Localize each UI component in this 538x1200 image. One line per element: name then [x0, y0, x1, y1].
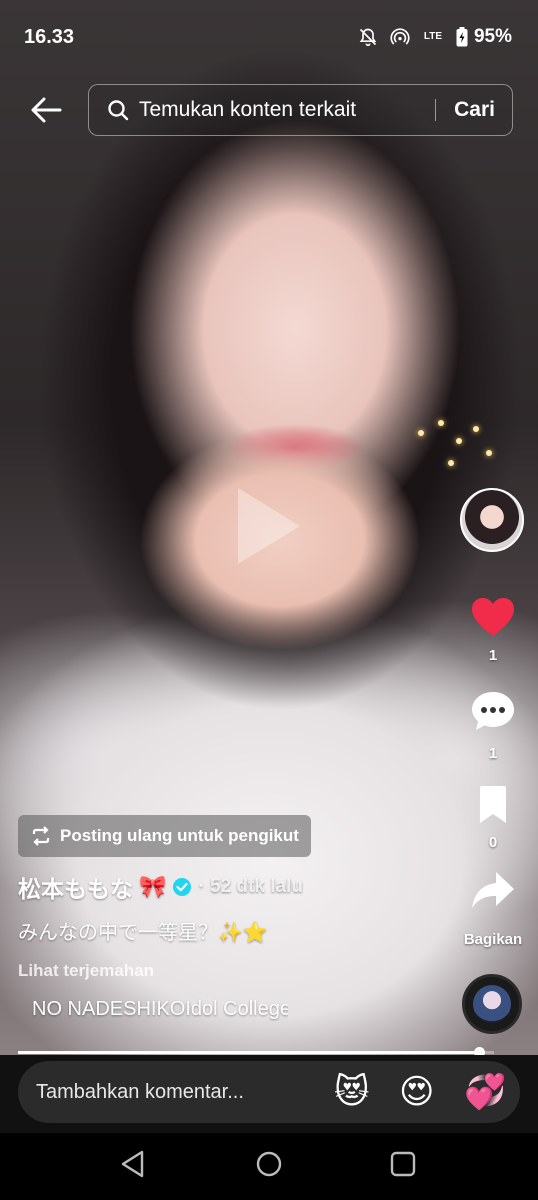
comment-input[interactable]: Tambahkan komentar... 😻 😍 💞: [18, 1061, 520, 1123]
nav-recents-icon[interactable]: [387, 1148, 419, 1180]
status-time: 16.33: [24, 26, 75, 48]
like-count: 1: [488, 647, 498, 664]
author-name[interactable]: 松本ももな: [18, 870, 133, 904]
comment-count: 1: [488, 745, 498, 762]
status-icons: LTE 95%: [358, 26, 512, 48]
system-nav-bar: [0, 1133, 538, 1200]
hotspot-icon: [390, 28, 410, 45]
comment-bar: Tambahkan komentar... 😻 😍 💞: [0, 1055, 538, 1133]
video-progress-bar[interactable]: [18, 1047, 494, 1058]
heart-icon[interactable]: [470, 596, 516, 638]
search-bar[interactable]: Temukan konten terkait Cari: [88, 84, 513, 136]
comment-icon[interactable]: [470, 690, 516, 732]
share-icon[interactable]: [470, 870, 516, 912]
search-divider: [434, 99, 437, 121]
share-label: Bagikan: [463, 931, 523, 948]
save-count: 0: [488, 834, 498, 851]
nav-home-icon[interactable]: [253, 1148, 285, 1180]
emoji-heart-eyes-cat[interactable]: 😻: [334, 1075, 369, 1109]
search-submit-button[interactable]: Cari: [454, 98, 495, 122]
music-row[interactable]: NO NADESHIKO Idol College: [18, 998, 288, 1021]
repost-icon: [32, 826, 50, 846]
mute-icon: [359, 28, 377, 47]
battery-icon: [456, 27, 468, 47]
battery-percent: 95%: [473, 26, 512, 47]
verified-badge-icon: [173, 878, 192, 896]
comment-placeholder: Tambahkan komentar...: [36, 1081, 244, 1103]
play-icon[interactable]: [238, 488, 300, 564]
progress-fill: [18, 1051, 480, 1054]
music-disc-icon[interactable]: [462, 974, 522, 1034]
repost-button[interactable]: Posting ulang untuk pengikut: [18, 815, 311, 857]
back-arrow-icon[interactable]: [28, 92, 64, 128]
author-row: 松本ももな 🎀 · 52 dtk lalu: [18, 870, 303, 904]
repost-label: Posting ulang untuk pengikut: [60, 826, 299, 845]
ribbon-emoji: 🎀: [139, 874, 167, 899]
music-artist: Idol College: [185, 998, 288, 1020]
author-avatar[interactable]: [460, 488, 524, 552]
search-query[interactable]: Temukan konten terkait: [139, 98, 435, 122]
emoji-heart-eyes[interactable]: 😍: [399, 1075, 434, 1109]
music-title: NO NADESHIKO: [32, 998, 186, 1020]
emoji-revolving-hearts[interactable]: 💞: [464, 1075, 506, 1109]
translate-link[interactable]: Lihat terjemahan: [18, 961, 154, 981]
background-lights: [418, 420, 498, 490]
search-icon: [108, 100, 129, 121]
lte-signal-icon: LTE: [423, 31, 443, 42]
bookmark-icon[interactable]: [477, 785, 509, 825]
nav-back-icon[interactable]: [118, 1148, 150, 1180]
post-caption: みんなの中で一等星？✨⭐: [18, 922, 268, 944]
battery-status: 95%: [456, 26, 512, 48]
post-time: · 52 dtk lalu: [198, 876, 303, 897]
